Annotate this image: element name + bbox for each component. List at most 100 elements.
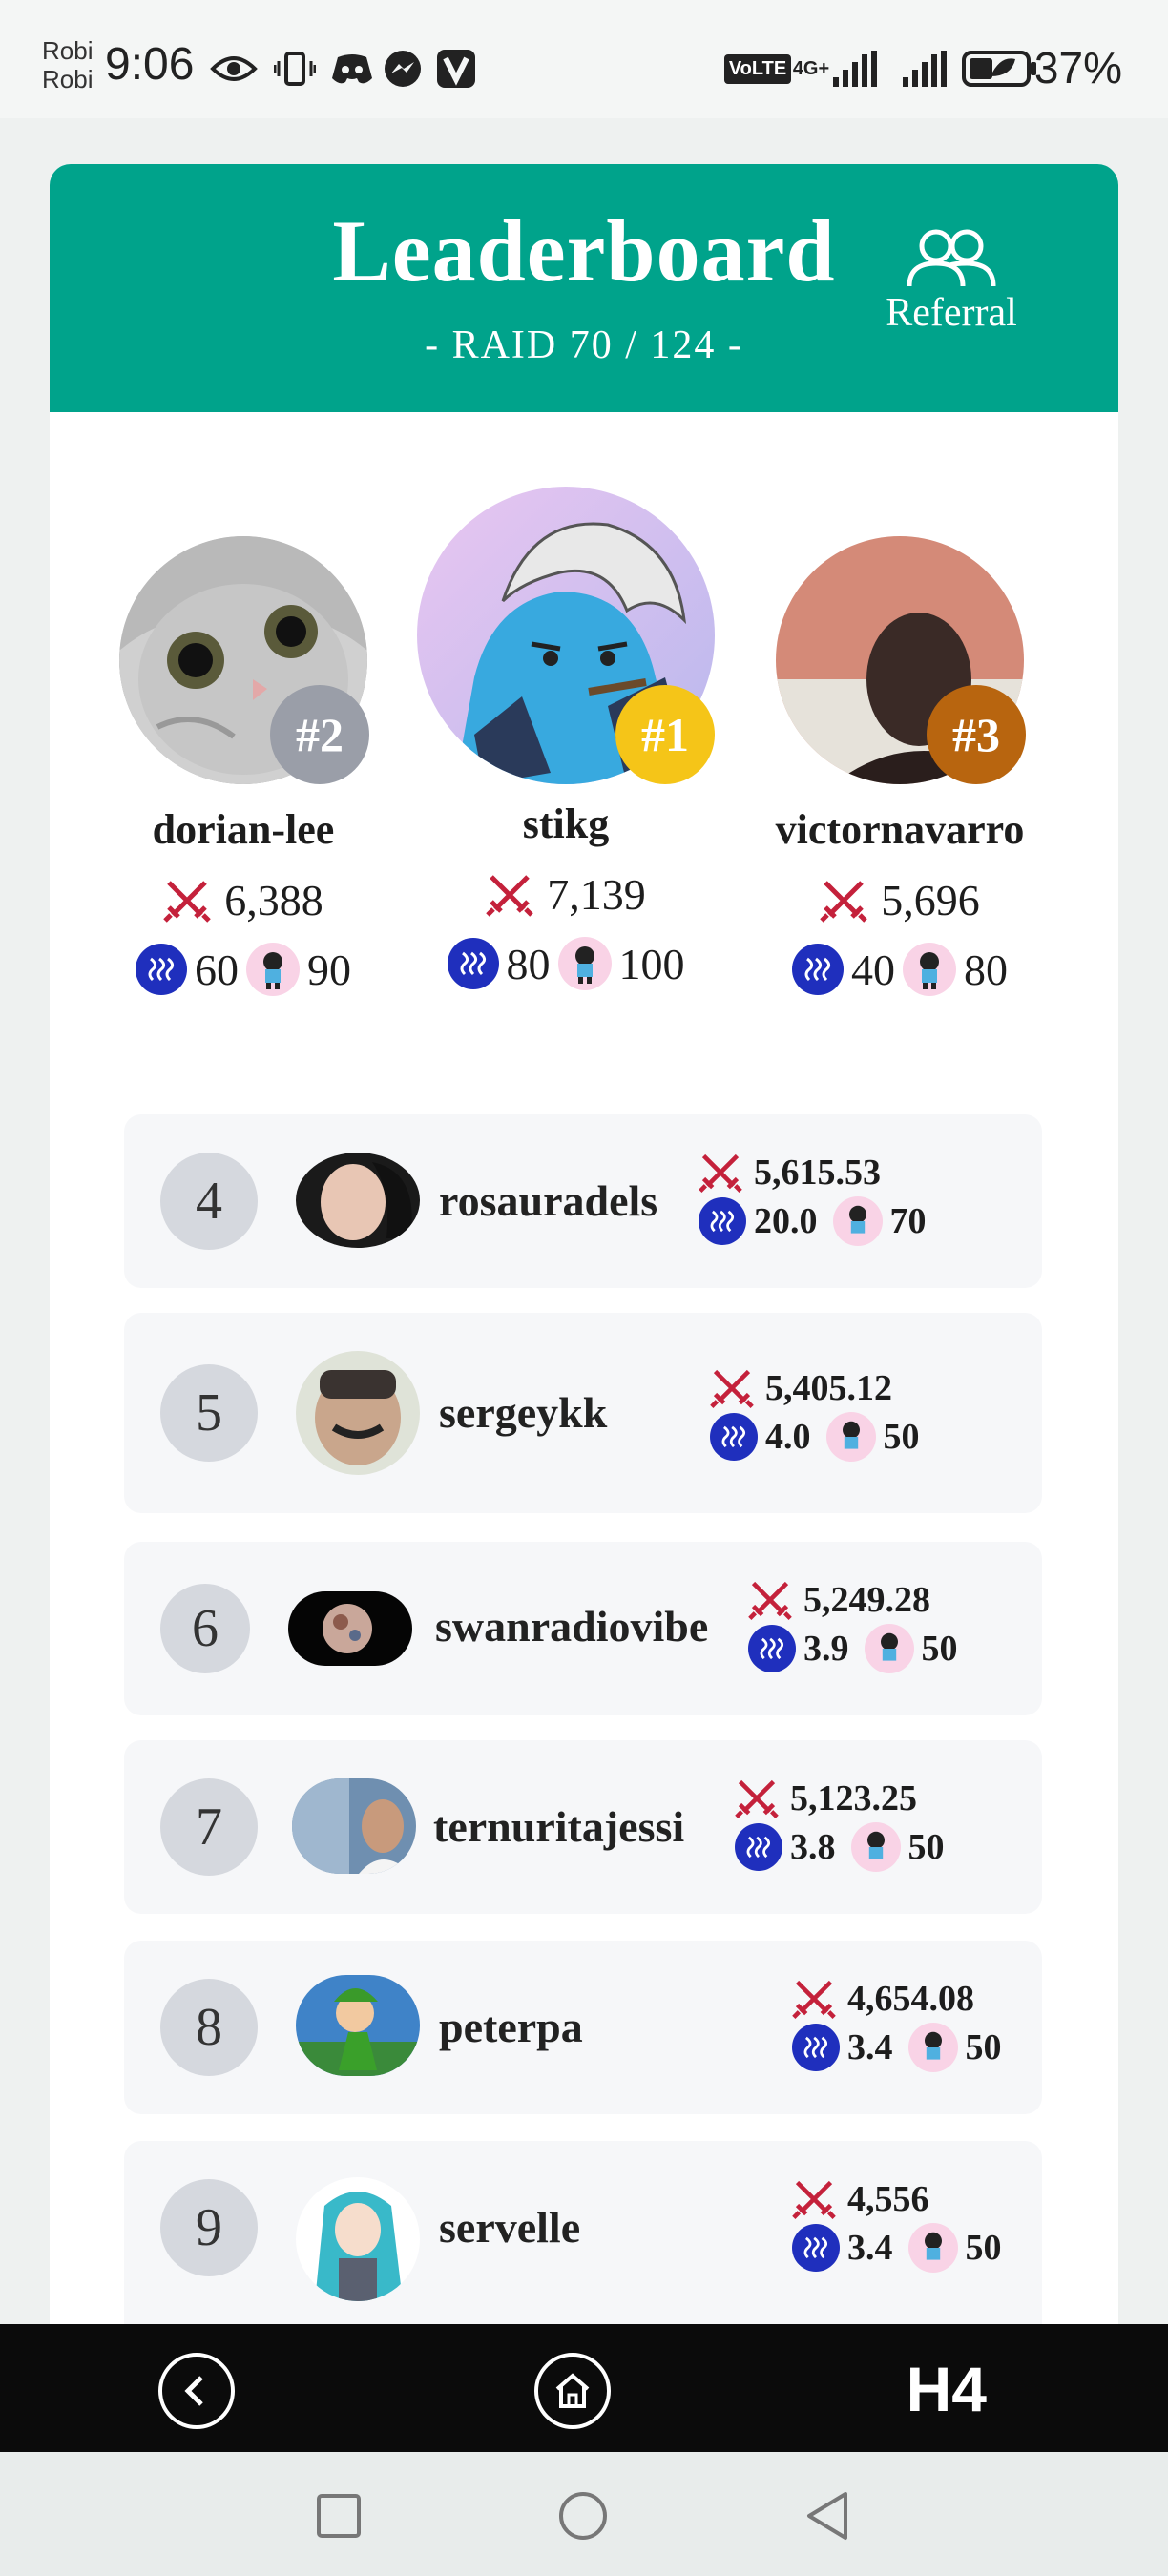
leaderboard-row[interactable]: 6 swanradiovibe 5,249.28 3.9 50	[124, 1542, 1042, 1715]
mascot-icon	[825, 1412, 876, 1462]
row-score-value: 5,123.25	[790, 1778, 917, 1818]
steem-icon	[792, 2024, 840, 2071]
cartoon-avatar: #1	[417, 487, 715, 784]
steem-icon	[792, 944, 844, 995]
podium-username: victornavarro	[775, 806, 1025, 853]
row-stats: 5,249.28 3.9 50	[748, 1578, 958, 1673]
score-value: 6,388	[224, 876, 323, 924]
cat-avatar: #2	[119, 536, 369, 784]
row-score-value: 4,556	[847, 2179, 929, 2219]
user-avatar	[296, 1351, 420, 1475]
rank-badge: #2	[270, 685, 369, 784]
photo-avatar: #3	[776, 536, 1026, 784]
row-steem: 3.9	[803, 1629, 849, 1669]
row-mascot: 70	[889, 1201, 927, 1241]
steem-icon	[792, 2224, 840, 2272]
leaderboard-row[interactable]: 8 peterpa 4,654.08 3.4 50	[124, 1941, 1042, 2114]
status-bar: Robi Robi 9:06 VoLTE 4G+ 37%	[0, 0, 1168, 118]
row-steem: 3.4	[847, 2228, 893, 2268]
volte-icon: VoLTE	[723, 50, 792, 88]
steem-icon	[699, 1197, 746, 1245]
podium-username: dorian-lee	[152, 806, 335, 853]
home-button[interactable]	[534, 2353, 611, 2429]
podium-score: 5,696	[742, 875, 1057, 925]
row-username: swanradiovibe	[435, 1602, 709, 1651]
leaderboard-card: Leaderboard - RAID 70 / 124 - Referral #…	[50, 164, 1118, 2330]
users-icon	[907, 229, 996, 287]
score-value: 7,139	[547, 870, 646, 919]
clock: 9:06	[105, 39, 195, 90]
recents-button[interactable]	[315, 2492, 363, 2540]
chevron-left-icon	[184, 2376, 203, 2406]
row-mascot: 50	[965, 2228, 1002, 2268]
row-rank: 7	[160, 1778, 258, 1876]
row-score-value: 5,249.28	[803, 1580, 930, 1620]
rank-badge: #1	[615, 685, 715, 784]
row-rank: 5	[160, 1364, 258, 1462]
row-stats: 4,654.08 3.4 50	[792, 1977, 1002, 2072]
row-steem: 3.8	[790, 1827, 836, 1867]
app-logo[interactable]: H4	[907, 2353, 987, 2425]
swords-icon	[699, 1153, 742, 1193]
podium-second[interactable]: #2 dorian-lee 6,388 60 90	[86, 536, 401, 996]
row-username: rosauradels	[439, 1176, 658, 1225]
podium-rewards: 60 90	[86, 943, 401, 996]
podium-score: 6,388	[86, 875, 401, 925]
referral-label: Referral	[886, 291, 1017, 335]
mascot-icon	[850, 1822, 901, 1872]
referral-button[interactable]: Referral	[870, 227, 1032, 336]
mascot-icon	[246, 943, 300, 996]
row-steem: 4.0	[765, 1417, 811, 1457]
podium-first[interactable]: #1 stikg 7,139 80 100	[408, 487, 723, 990]
leaderboard-row[interactable]: 9 servelle 4,556 3.4 50	[124, 2141, 1042, 2330]
steem-icon	[710, 1413, 758, 1461]
user-avatar	[296, 1153, 420, 1248]
mascot-icon	[832, 1196, 883, 1246]
row-steem: 3.4	[847, 2027, 893, 2067]
user-avatar	[288, 1591, 412, 1666]
swords-icon	[735, 1779, 779, 1818]
mascot-reward: 90	[307, 945, 351, 994]
back-button[interactable]	[158, 2353, 235, 2429]
score-value: 5,696	[881, 876, 980, 924]
steem-icon	[748, 1625, 796, 1672]
swords-icon	[820, 880, 868, 923]
podium-third[interactable]: #3 victornavarro 5,696 40 80	[742, 536, 1057, 996]
vibrate-icon	[271, 50, 319, 88]
swords-icon	[792, 1980, 836, 2019]
home-circle-button[interactable]	[557, 2490, 609, 2542]
signal-sim2-icon	[899, 50, 950, 88]
leaderboard-header: Leaderboard - RAID 70 / 124 - Referral	[50, 164, 1118, 412]
swords-icon	[710, 1369, 754, 1408]
discord-icon	[328, 50, 376, 88]
podium-score: 7,139	[408, 869, 723, 920]
eye-icon	[208, 50, 260, 88]
row-score-value: 5,615.53	[754, 1153, 881, 1193]
steem-reward: 40	[851, 945, 895, 994]
row-mascot: 50	[907, 1827, 945, 1867]
vpn-icon	[433, 50, 479, 88]
battery-icon	[960, 50, 1040, 88]
steem-icon	[735, 1823, 782, 1871]
row-rank: 8	[160, 1979, 258, 2076]
messenger-icon	[380, 50, 426, 88]
podium-rewards: 80 100	[408, 937, 723, 990]
mascot-reward: 100	[618, 939, 685, 988]
row-mascot: 50	[921, 1629, 958, 1669]
back-triangle-button[interactable]	[803, 2490, 851, 2542]
row-username: peterpa	[439, 2003, 583, 2051]
mascot-icon	[903, 943, 956, 996]
steem-reward: 60	[195, 945, 239, 994]
swords-icon	[163, 880, 212, 923]
leaderboard-row[interactable]: 4 rosauradels 5,615.53 20.0 70	[124, 1114, 1042, 1288]
system-nav-bar	[0, 2452, 1168, 2576]
mascot-icon	[557, 937, 612, 990]
leaderboard-row[interactable]: 7 ternuritajessi 5,123.25 3.8 50	[124, 1740, 1042, 1914]
row-score-value: 5,405.12	[765, 1368, 892, 1408]
leaderboard-row[interactable]: 5 sergeykk 5,405.12 4.0 50	[124, 1313, 1042, 1513]
podium-rewards: 40 80	[742, 943, 1057, 996]
app-bottom-nav: H4	[0, 2324, 1168, 2452]
row-rank: 6	[160, 1584, 250, 1673]
mascot-icon	[864, 1624, 914, 1673]
home-icon	[555, 2373, 590, 2408]
